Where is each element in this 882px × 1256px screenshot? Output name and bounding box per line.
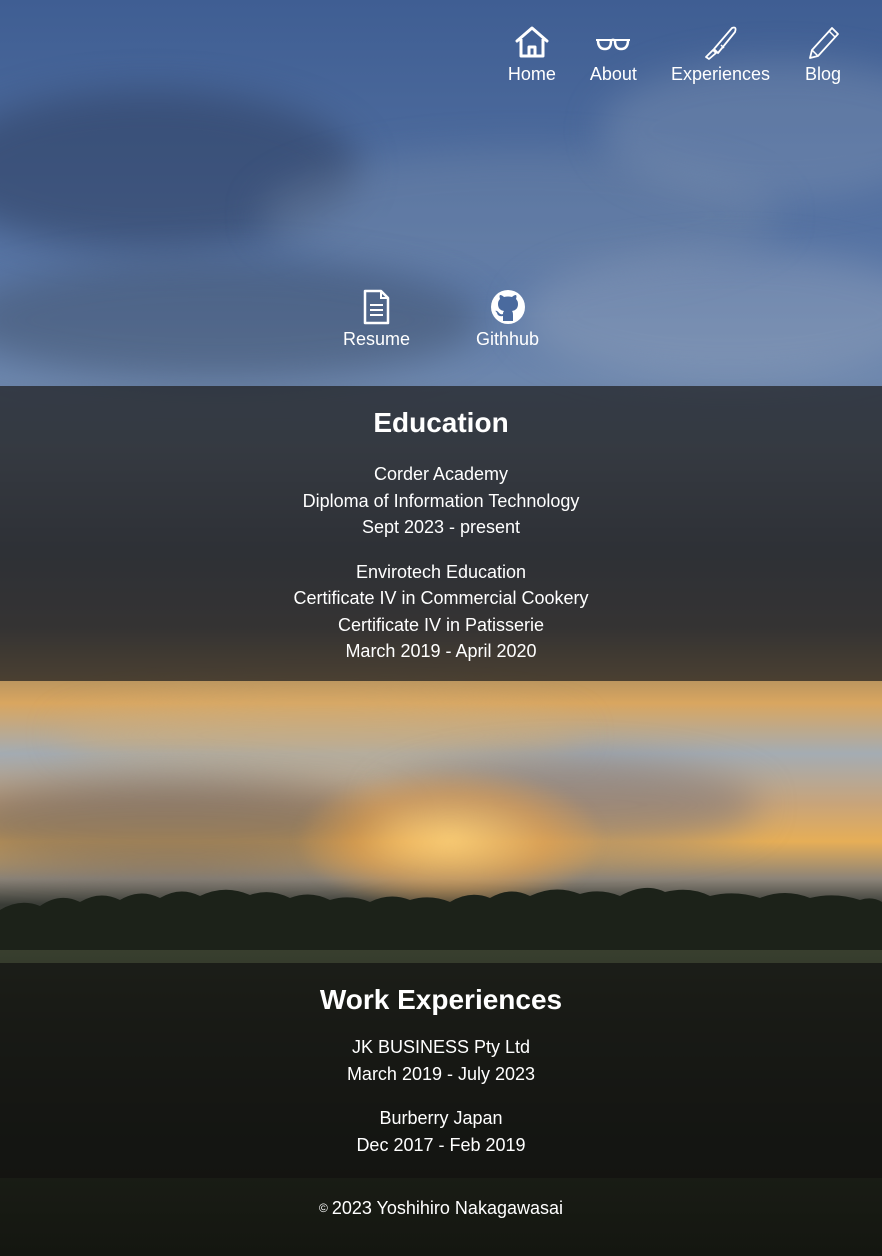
footer: © 2023 Yoshihiro Nakagawasai	[0, 1196, 882, 1220]
document-icon	[364, 289, 390, 325]
nav-item-home[interactable]: Home	[508, 24, 556, 86]
education-section: Education Corder Academy Diploma of Info…	[0, 386, 882, 681]
entry-line: JK BUSINESS Pty Ltd	[351, 1037, 531, 1057]
resume-label: Resume	[342, 329, 410, 349]
copyright-text: 2023 Yoshihiro Nakagawasai	[331, 1198, 563, 1218]
education-entry: Envirotech Education Certificate IV in C…	[0, 559, 882, 665]
entry-line: Diploma of Information Technology	[302, 490, 580, 511]
entry-line: Certificate IV in Commercial Cookery	[293, 588, 589, 608]
entry-line: Dec 2017 - Feb 2019	[356, 1134, 526, 1155]
entry-line: March 2019 - July 2023	[346, 1063, 536, 1084]
background-treeline	[0, 887, 882, 950]
nav-label: Home	[507, 64, 556, 84]
entry-line: Envirotech Education	[355, 561, 527, 582]
nav-item-blog[interactable]: Blog	[804, 24, 842, 86]
main-nav: Home About Experiences Blog	[474, 24, 842, 86]
background-cloud	[60, 700, 580, 770]
work-section: Work Experiences JK BUSINESS Pty Ltd Mar…	[0, 963, 882, 1178]
work-entry: JK BUSINESS Pty Ltd March 2019 - July 20…	[0, 1034, 882, 1087]
nav-item-about[interactable]: About	[590, 24, 637, 86]
nav-item-experiences[interactable]: Experiences	[671, 24, 770, 86]
nav-label: Blog	[804, 64, 842, 84]
page: Home About Experiences Blog Resume Githh…	[0, 0, 882, 1256]
section-title: Education	[373, 407, 509, 438]
nav-label: Experiences	[670, 64, 770, 84]
github-link[interactable]: Githhub	[476, 288, 539, 350]
profile-links: Resume Githhub	[0, 288, 882, 350]
pencil-icon	[809, 27, 839, 59]
entry-line: Corder Academy	[373, 464, 509, 484]
github-icon	[490, 290, 525, 324]
section-title: Work Experiences	[319, 984, 563, 1015]
resume-link[interactable]: Resume	[343, 288, 410, 350]
copyright-symbol: ©	[318, 1201, 328, 1215]
entry-line: Certificate IV in Patisserie	[337, 614, 545, 635]
entry-line: Sept 2023 - present	[361, 517, 521, 537]
glasses-icon	[596, 38, 631, 51]
education-entry: Corder Academy Diploma of Information Te…	[0, 461, 882, 541]
github-label: Githhub	[475, 329, 540, 349]
entry-line: Burberry Japan	[379, 1108, 503, 1128]
work-entry: Burberry Japan Dec 2017 - Feb 2019	[0, 1105, 882, 1158]
home-icon	[515, 26, 549, 58]
entry-line: March 2019 - April 2020	[345, 641, 537, 661]
knife-icon	[705, 26, 737, 60]
nav-label: About	[589, 64, 637, 84]
